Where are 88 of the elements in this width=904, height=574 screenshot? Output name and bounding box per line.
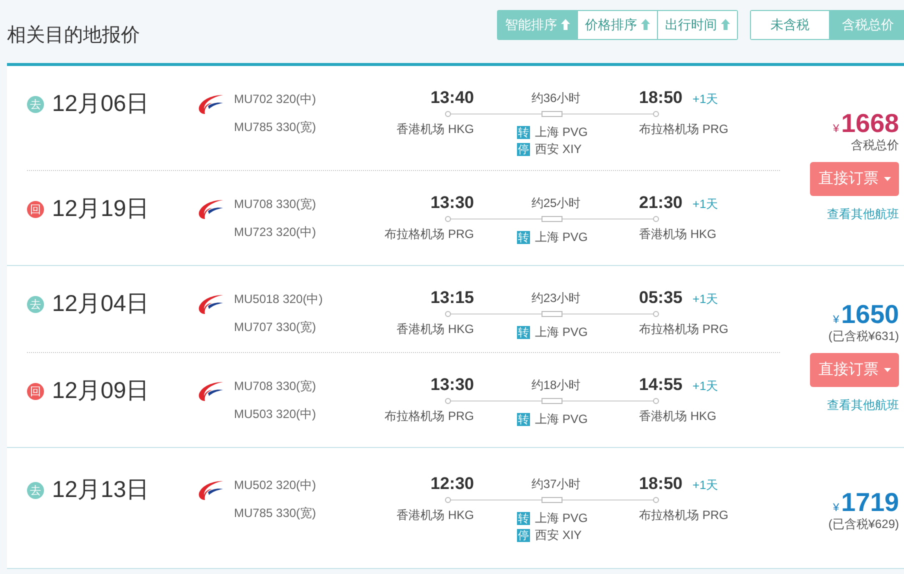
stop-badge: 转 xyxy=(517,126,530,139)
price-note: 含税总价 xyxy=(851,136,899,154)
day-offset: +1天 xyxy=(692,196,718,213)
flight-number: MU785 330(宽) xyxy=(234,119,318,136)
flight-duration: 约18小时 xyxy=(530,376,582,394)
stop-city: 西安 XIY xyxy=(535,141,582,158)
departure-airport: 香港机场 HKG xyxy=(396,121,475,138)
stop-badge: 转 xyxy=(517,413,530,426)
sort-button[interactable]: 智能排序 xyxy=(498,10,577,38)
arrival-time: 18:50 xyxy=(639,88,682,108)
bird-logo-icon xyxy=(196,293,224,315)
flight-number: MU5018 320(中) xyxy=(234,291,324,308)
flight-number: MU708 330(宽) xyxy=(234,378,318,395)
tax-toggle-button[interactable]: 含税总价 xyxy=(829,10,904,38)
departure-time: 13:30 xyxy=(430,375,475,395)
flight-number: MU785 330(宽) xyxy=(234,505,318,522)
arrival-airport: 布拉格机场 PRG xyxy=(638,321,730,338)
bird-logo-icon xyxy=(196,380,224,402)
stop-city: 上海 PVG xyxy=(535,229,588,246)
sort-button[interactable]: 出行时间 xyxy=(657,10,737,38)
caret-icon xyxy=(884,176,890,180)
direction-badge: 去 xyxy=(27,296,44,313)
stop-city: 上海 PVG xyxy=(535,124,588,141)
departure-time: 13:30 xyxy=(430,193,475,213)
sort-up-icon xyxy=(641,19,650,30)
direction-badge: 去 xyxy=(27,482,44,499)
stop-city: 上海 PVG xyxy=(535,411,588,428)
stop-badge: 停 xyxy=(517,529,530,542)
price: ¥1650 xyxy=(833,300,899,328)
arrival-airport: 香港机场 HKG xyxy=(638,226,718,243)
day-offset: +1天 xyxy=(692,477,718,494)
price: ¥1668 xyxy=(833,108,899,136)
bird-logo-icon xyxy=(196,479,224,501)
sort-up-icon xyxy=(721,19,730,30)
day-offset: +1天 xyxy=(692,91,718,108)
flight-duration: 约25小时 xyxy=(530,194,582,212)
stop-city: 上海 PVG xyxy=(535,324,588,341)
book-button[interactable]: 直接订票 xyxy=(810,162,899,196)
flight-number: MU723 320(中) xyxy=(234,224,318,241)
flight-number: MU702 320(中) xyxy=(234,91,318,108)
arrival-airport: 布拉格机场 PRG xyxy=(638,507,730,524)
stop-badge: 停 xyxy=(517,143,530,156)
page-title: 相关目的地报价 xyxy=(7,24,141,48)
price-note: (已含税¥631) xyxy=(828,328,899,344)
sort-up-icon xyxy=(561,19,570,30)
arrival-airport: 布拉格机场 PRG xyxy=(638,121,730,138)
departure-airport: 布拉格机场 PRG xyxy=(384,226,475,243)
stop-badge: 转 xyxy=(517,512,530,525)
bird-logo-icon xyxy=(196,93,224,115)
arrival-time: 05:35 xyxy=(639,288,682,308)
day-offset: +1天 xyxy=(692,378,718,395)
flight-date: 12月06日 xyxy=(52,89,150,118)
flight-duration: 约37小时 xyxy=(530,476,582,492)
stop-badge: 转 xyxy=(517,326,530,339)
flight-date: 12月04日 xyxy=(52,289,150,318)
stop-badge: 转 xyxy=(517,231,530,244)
arrival-time: 18:50 xyxy=(639,474,682,494)
day-offset: +1天 xyxy=(692,291,718,308)
caret-icon xyxy=(884,368,890,372)
book-button[interactable]: 直接订票 xyxy=(810,352,899,386)
stop-city: 西安 XIY xyxy=(535,527,582,544)
direction-badge: 回 xyxy=(27,201,44,218)
departure-airport: 布拉格机场 PRG xyxy=(384,408,475,425)
direction-badge: 去 xyxy=(27,96,44,113)
flight-duration: 约36小时 xyxy=(530,90,582,106)
stop-city: 上海 PVG xyxy=(535,510,588,527)
flight-number: MU502 320(中) xyxy=(234,477,318,494)
price: ¥1719 xyxy=(833,488,899,516)
arrival-time: 14:55 xyxy=(639,375,682,395)
departure-time: 12:30 xyxy=(430,474,475,494)
price-note: (已含税¥629) xyxy=(828,516,899,533)
flight-date: 12月13日 xyxy=(52,475,150,504)
departure-airport: 香港机场 HKG xyxy=(396,321,475,338)
other-flights-link[interactable]: 查看其他航班 xyxy=(827,206,899,222)
other-flights-link[interactable]: 查看其他航班 xyxy=(827,396,899,414)
flight-number: MU708 330(宽) xyxy=(234,196,318,213)
flight-date: 12月19日 xyxy=(52,194,150,223)
flight-number: MU707 330(宽) xyxy=(234,319,318,336)
flight-number: MU503 320(中) xyxy=(234,406,318,423)
flight-date: 12月09日 xyxy=(52,376,150,405)
departure-airport: 香港机场 HKG xyxy=(396,507,475,524)
direction-badge: 回 xyxy=(27,383,44,400)
arrival-time: 21:30 xyxy=(639,193,682,213)
flight-duration: 约23小时 xyxy=(530,290,582,306)
departure-time: 13:40 xyxy=(430,88,475,108)
bird-logo-icon xyxy=(196,198,224,220)
departure-time: 13:15 xyxy=(430,288,475,308)
arrival-airport: 香港机场 HKG xyxy=(638,408,718,425)
